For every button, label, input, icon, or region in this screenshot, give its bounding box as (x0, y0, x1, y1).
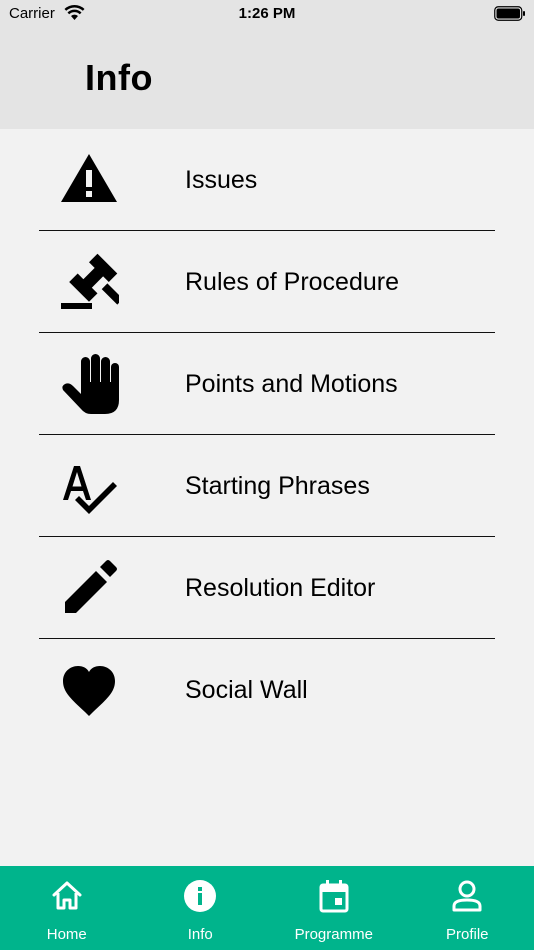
tab-profile[interactable]: Profile (401, 866, 534, 950)
info-menu: Issues Rules of Procedure Points and Mot… (39, 129, 495, 741)
person-icon (450, 879, 484, 913)
heart-icon (59, 660, 119, 720)
menu-item-label: Points and Motions (185, 370, 398, 398)
home-icon (50, 879, 84, 913)
hand-icon (59, 354, 119, 414)
status-bar: Carrier 1:26 PM (0, 0, 534, 27)
menu-item-rules-of-procedure[interactable]: Rules of Procedure (39, 231, 495, 333)
menu-item-label: Rules of Procedure (185, 268, 400, 296)
tab-label: Programme (294, 926, 373, 943)
pencil-icon (59, 558, 119, 618)
header: Info (0, 27, 534, 129)
calendar-icon (317, 879, 351, 913)
menu-item-points-and-motions[interactable]: Points and Motions (39, 333, 495, 435)
gavel-icon (59, 252, 119, 312)
menu-item-social-wall[interactable]: Social Wall (39, 639, 495, 741)
menu-item-issues[interactable]: Issues (39, 129, 495, 231)
tab-label: Home (46, 926, 87, 943)
tab-bar: Home Info Programme Profile (0, 866, 534, 950)
menu-item-label: Issues (185, 166, 258, 194)
spellcheck-icon (59, 456, 119, 516)
menu-item-label: Social Wall (185, 676, 308, 704)
tab-label: Profile (445, 926, 489, 943)
tab-programme[interactable]: Programme (267, 866, 401, 950)
tab-label: Info (187, 926, 213, 943)
page-title: Info (85, 57, 153, 98)
battery-icon (494, 6, 526, 21)
menu-item-label: Starting Phrases (185, 472, 370, 500)
info-icon (183, 879, 217, 913)
menu-item-resolution-editor[interactable]: Resolution Editor (39, 537, 495, 639)
warning-icon (59, 150, 119, 210)
tab-home[interactable]: Home (0, 866, 134, 950)
clock-label: 1:26 PM (238, 5, 296, 22)
tab-info[interactable]: Info (134, 866, 268, 950)
menu-item-starting-phrases[interactable]: Starting Phrases (39, 435, 495, 537)
menu-item-label: Resolution Editor (185, 574, 376, 602)
